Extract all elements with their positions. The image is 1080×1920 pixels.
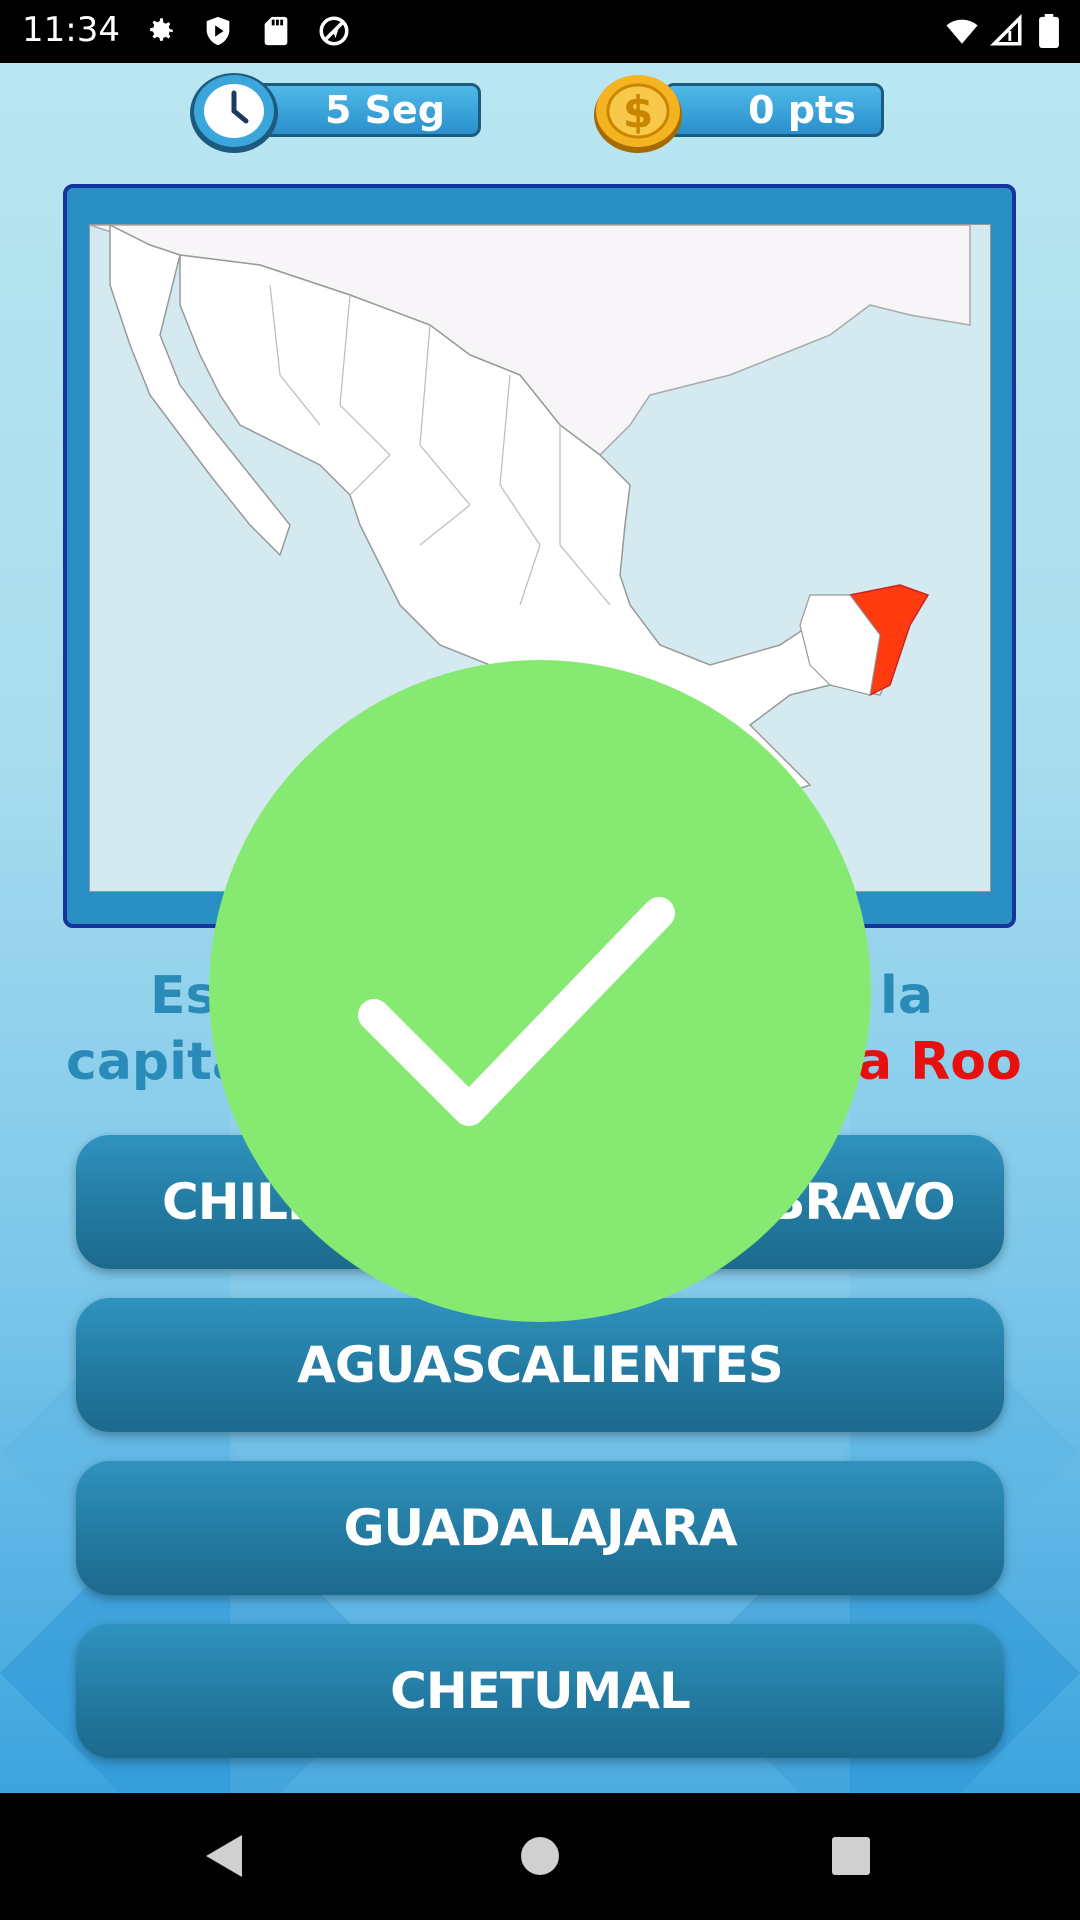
answer-button-3[interactable]: GUADALAJARA bbox=[76, 1461, 1004, 1595]
svg-text:$: $ bbox=[623, 87, 654, 138]
status-time: 11:34 bbox=[22, 10, 120, 50]
no-location-icon bbox=[319, 16, 349, 46]
timer-display: 5 Seg bbox=[253, 83, 481, 137]
game-screen: 5 Seg 0 pts $ Esc la capita na Roo CHILP… bbox=[0, 63, 1080, 1793]
wifi-icon bbox=[946, 19, 978, 44]
shield-play-icon bbox=[206, 16, 230, 46]
status-bar: 11:34 bbox=[0, 0, 1080, 63]
back-triangle-icon[interactable] bbox=[204, 1833, 244, 1879]
clock-icon bbox=[190, 73, 278, 153]
sd-card-icon bbox=[264, 16, 288, 46]
answer-button-4[interactable]: CHETUMAL bbox=[76, 1624, 1004, 1758]
recents-square-icon[interactable] bbox=[831, 1836, 871, 1876]
timer-label: 5 Seg bbox=[324, 88, 445, 132]
correct-overlay bbox=[209, 660, 871, 1322]
battery-icon bbox=[1039, 14, 1059, 48]
gear-icon bbox=[150, 18, 173, 41]
checkmark-icon bbox=[358, 897, 675, 1126]
question-line1-right: la bbox=[880, 966, 933, 1026]
answer-2-label: AGUASCALIENTES bbox=[297, 1336, 784, 1394]
signal-icon bbox=[990, 14, 1022, 46]
navigation-bar bbox=[0, 1793, 1080, 1920]
home-circle-icon[interactable] bbox=[520, 1836, 560, 1876]
answer-4-label: CHETUMAL bbox=[390, 1662, 691, 1720]
points-display: 0 pts bbox=[664, 83, 884, 137]
coin-icon: $ bbox=[594, 75, 682, 153]
points-label: 0 pts bbox=[748, 88, 856, 132]
answer-3-label: GUADALAJARA bbox=[343, 1499, 737, 1557]
